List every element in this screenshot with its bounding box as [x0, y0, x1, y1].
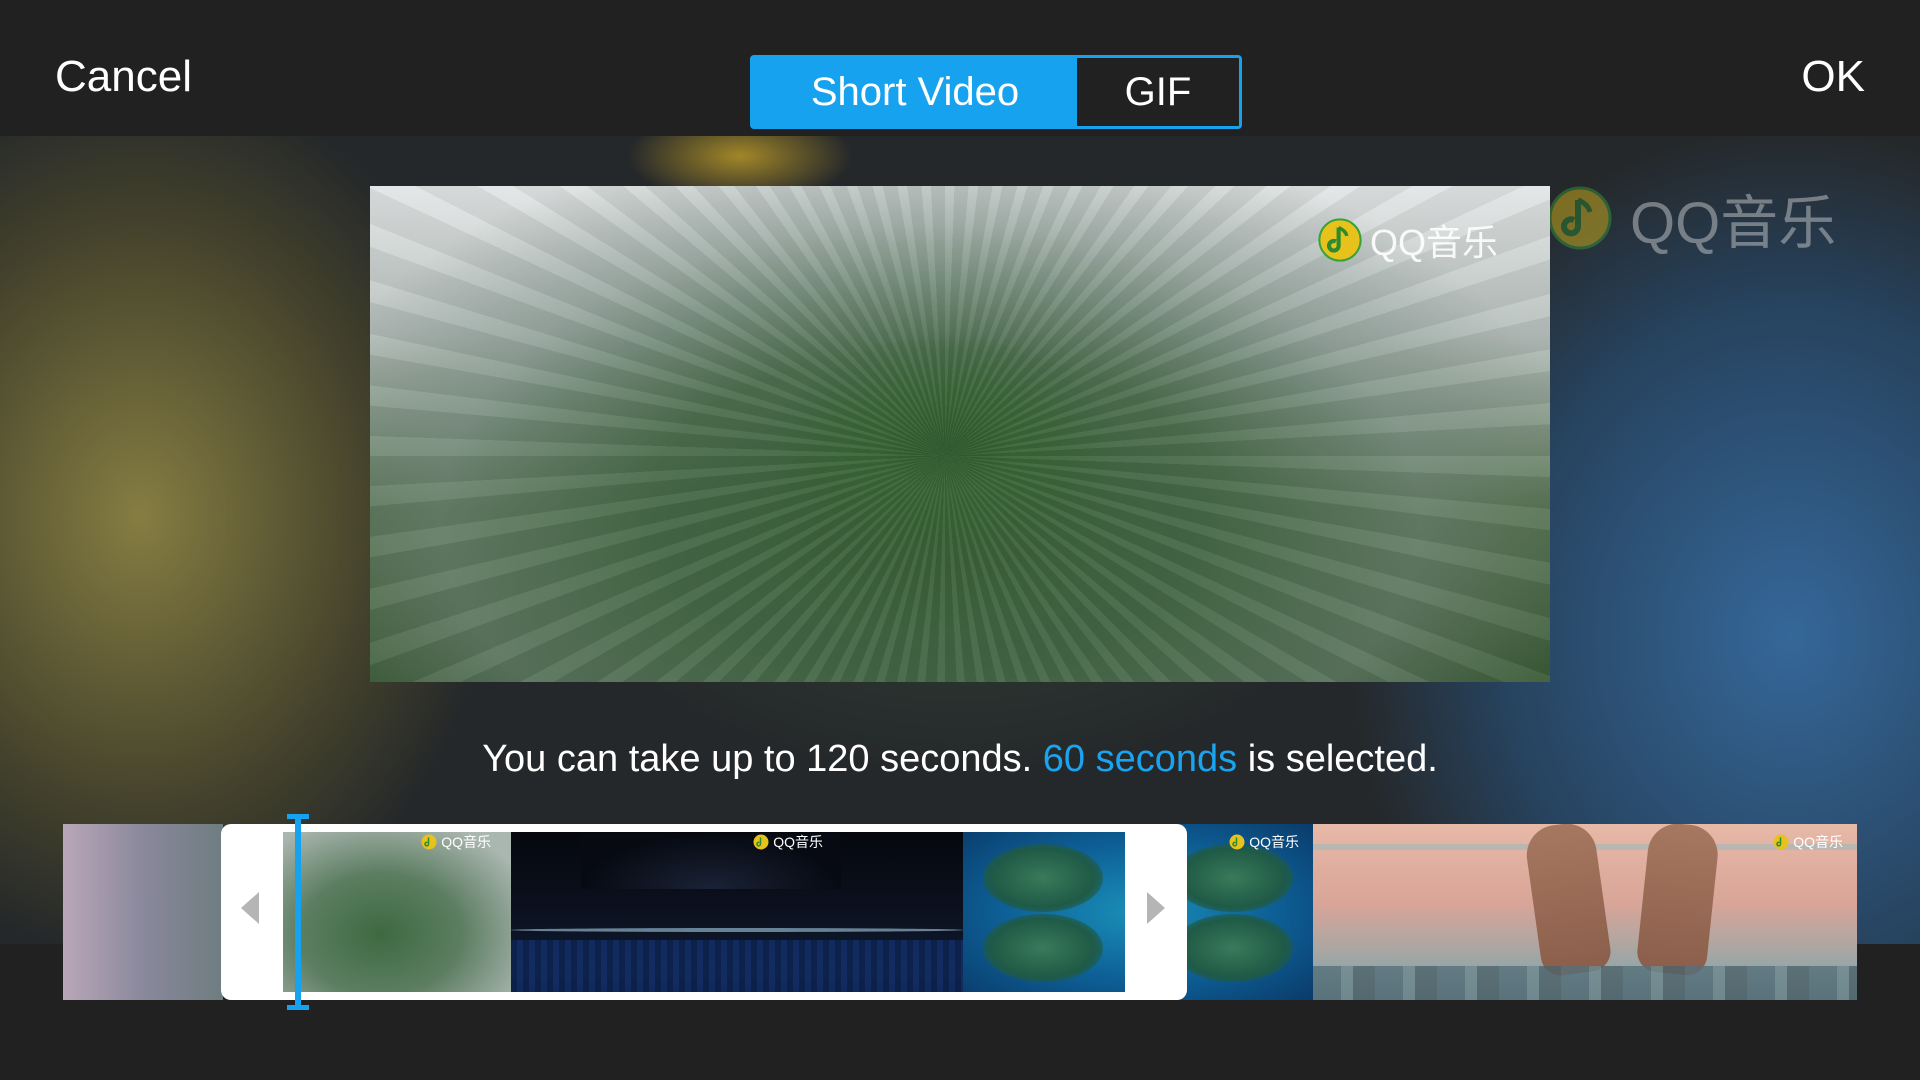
thumbnail-city [1313, 966, 1857, 1000]
thumbnail-leg-shape [1635, 824, 1721, 978]
thumbnail-shape [1173, 844, 1293, 912]
background-watermark: QQ音乐 [1548, 176, 1836, 260]
video-trim-screen: Cancel Short Video GIF OK QQ音乐 QQ音乐 You … [0, 0, 1920, 1080]
qq-music-logo-icon [1318, 218, 1362, 262]
watermark-text: QQ音乐 [1793, 834, 1843, 850]
tab-short-video[interactable]: Short Video [753, 58, 1077, 126]
selection-range-frame[interactable] [221, 824, 1187, 1000]
timeline-strip[interactable]: QQ音乐 QQ音乐 QQ音乐 QQ音乐 [63, 814, 1857, 1010]
qq-music-logo-icon [1229, 834, 1245, 850]
info-prefix: You can take up to 120 seconds. [482, 738, 1043, 780]
thumbnail-watermark: QQ音乐 [1229, 832, 1299, 852]
selection-info-text: You can take up to 120 seconds. 60 secon… [0, 738, 1920, 781]
ok-button[interactable]: OK [1801, 52, 1865, 102]
tab-gif[interactable]: GIF [1077, 58, 1239, 126]
qq-music-logo-icon [1773, 834, 1789, 850]
timeline-thumbnail: QQ音乐 [1313, 824, 1857, 1000]
thumbnail-watermark: QQ音乐 [1773, 832, 1843, 852]
top-bar: Cancel Short Video GIF OK [0, 0, 1920, 136]
preview-watermark: QQ音乐 [1318, 214, 1498, 266]
info-suffix: is selected. [1237, 738, 1438, 780]
playhead-cursor[interactable] [287, 814, 309, 1010]
timeline-thumbnail [63, 824, 223, 1000]
cancel-button[interactable]: Cancel [55, 52, 192, 102]
watermark-text: QQ音乐 [1249, 834, 1299, 850]
trim-handle-right-arrow-icon[interactable] [1147, 892, 1165, 924]
watermark-text: QQ音乐 [1369, 222, 1498, 263]
thumbnail-shape [1173, 914, 1293, 982]
trim-handle-left-arrow-icon[interactable] [241, 892, 259, 924]
mode-segmented-control: Short Video GIF [750, 55, 1242, 129]
video-preview[interactable]: QQ音乐 [370, 186, 1550, 682]
watermark-text: QQ音乐 [1630, 191, 1837, 256]
selected-duration: 60 seconds [1042, 738, 1238, 780]
qq-music-logo-icon [1548, 186, 1612, 250]
